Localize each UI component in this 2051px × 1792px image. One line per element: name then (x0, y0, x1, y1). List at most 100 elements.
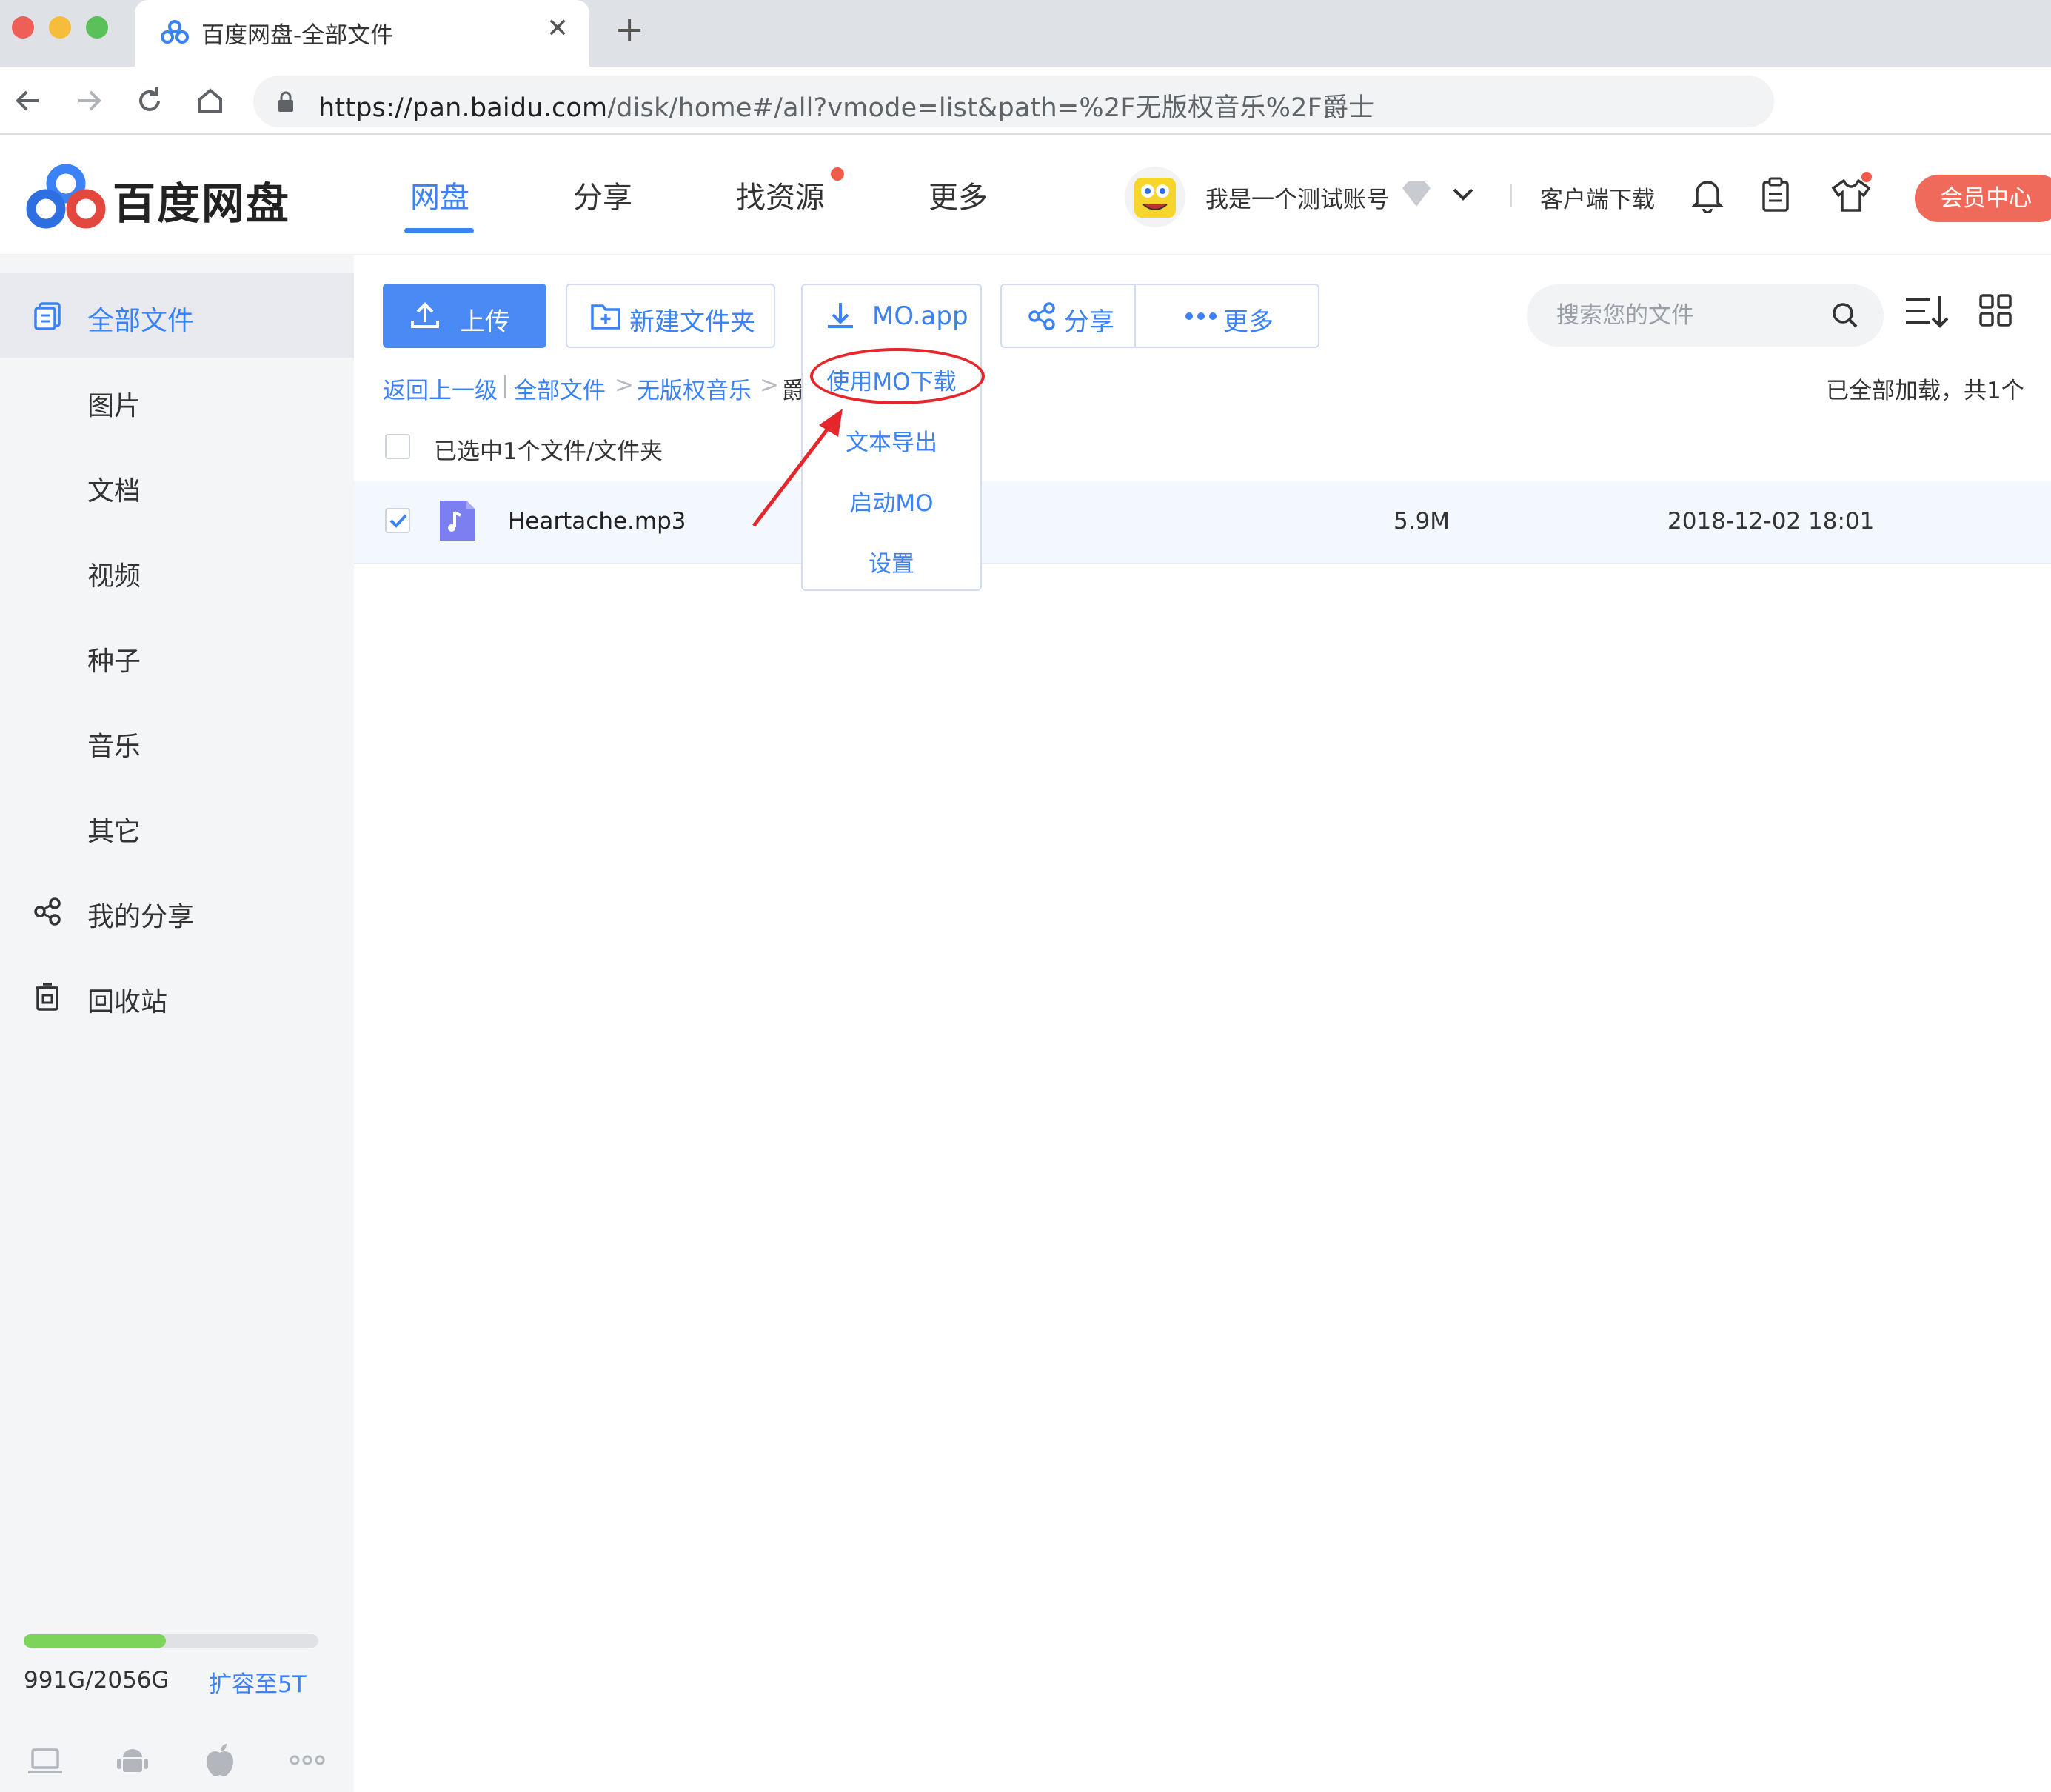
nav-share[interactable]: 分享 (573, 173, 632, 216)
expand-storage-link[interactable]: 扩容至5T (209, 1665, 307, 1699)
vip-center-button[interactable]: 会员中心 (1915, 175, 2051, 222)
android-icon[interactable] (116, 1744, 150, 1778)
more-label: 更多 (1223, 307, 1274, 337)
share-icon (34, 897, 61, 926)
sidebar-item-label: 图片 (87, 391, 141, 421)
music-file-icon (440, 501, 475, 541)
back-arrow-icon[interactable] (10, 83, 46, 118)
breadcrumb-item[interactable]: 无版权音乐 (637, 372, 752, 405)
address-bar[interactable]: https://pan.baidu.com/disk/home#/all?vmo… (253, 76, 1774, 127)
sidebar-item-other[interactable]: 其它 (0, 783, 354, 869)
file-size: 5.9M (1393, 508, 1451, 535)
download-button[interactable]: MO.app (801, 284, 982, 348)
selection-count-text: 已选中1个文件/文件夹 (434, 438, 663, 465)
bell-icon[interactable] (1691, 176, 1724, 213)
more-platforms-icon[interactable] (289, 1751, 326, 1769)
header-divider (1510, 184, 1512, 207)
client-download-link[interactable]: 客户端下载 (1540, 181, 1655, 214)
browser-tab-bar: 百度网盘-全部文件 ✕ + (0, 0, 2051, 67)
active-nav-underline (404, 228, 474, 233)
file-date: 2018-12-02 18:01 (1667, 508, 1875, 535)
browser-tab[interactable]: 百度网盘-全部文件 ✕ (135, 0, 589, 67)
checkmark-icon (389, 514, 407, 528)
annotation-arrow-icon (752, 409, 843, 527)
baidu-pan-favicon-icon (161, 20, 189, 44)
all-files-icon (34, 302, 61, 330)
menu-item-settings[interactable]: 设置 (803, 545, 980, 578)
url-path: /disk/home#/all?vmode=list&path=%2F无版权音乐… (607, 93, 1375, 123)
notification-dot (1861, 172, 1872, 182)
storage-quota-fill (24, 1634, 166, 1648)
desktop-client-icon[interactable] (27, 1747, 64, 1776)
chevron-down-icon[interactable] (1451, 184, 1475, 204)
sidebar-item-recycle-bin[interactable]: 回收站 (0, 954, 354, 1039)
logo-text: 百度网盘 (113, 178, 291, 229)
notification-dot (831, 167, 844, 181)
new-tab-icon[interactable]: + (615, 12, 644, 47)
close-window-button[interactable] (12, 16, 34, 39)
url-text: https://pan.baidu.com/disk/home#/all?vmo… (318, 87, 1374, 124)
tab-title: 百度网盘-全部文件 (201, 22, 394, 49)
home-icon[interactable] (193, 83, 228, 118)
upload-button[interactable]: 上传 (383, 284, 546, 348)
recycle-bin-icon (36, 983, 58, 1011)
search-icon[interactable] (1830, 301, 1860, 330)
storage-quota-bar (24, 1634, 318, 1648)
sidebar-item-label: 全部文件 (87, 306, 195, 336)
upload-icon (411, 302, 439, 328)
grid-view-icon[interactable] (1978, 293, 2012, 327)
sidebar-item-label: 我的分享 (87, 902, 195, 932)
maximize-window-button[interactable] (86, 16, 108, 39)
new-folder-button[interactable]: 新建文件夹 (566, 284, 775, 348)
breadcrumb-item[interactable]: 全部文件 (514, 372, 606, 405)
breadcrumb-separator: > (615, 372, 634, 398)
new-folder-icon (591, 304, 620, 330)
sidebar-item-label: 音乐 (87, 732, 141, 762)
nav-more[interactable]: 更多 (929, 173, 988, 216)
search-box (1527, 284, 1884, 347)
clipboard-icon[interactable] (1761, 176, 1790, 213)
file-name[interactable]: Heartache.mp3 (508, 508, 686, 535)
share-button[interactable]: 分享 (1000, 284, 1136, 348)
sidebar: 全部文件 图片 文档 视频 种子 音乐 其它 我的分享 回收站 991G/205… (0, 255, 354, 1792)
new-folder-label: 新建文件夹 (629, 307, 755, 337)
sidebar-item-documents[interactable]: 文档 (0, 443, 354, 528)
nav-netdisk[interactable]: 网盘 (410, 173, 469, 216)
more-dots-icon (1185, 312, 1217, 320)
search-input[interactable] (1556, 299, 1823, 332)
breadcrumb-back[interactable]: 返回上一级 (383, 372, 498, 405)
file-checkbox[interactable] (385, 508, 410, 533)
baidu-pan-logo-icon[interactable] (25, 163, 107, 231)
sidebar-item-all-files[interactable]: 全部文件 (0, 273, 354, 358)
sidebar-item-label: 其它 (87, 817, 141, 847)
app-header: 百度网盘 网盘 分享 找资源 更多 我是一个测试账号 客户端下载 会员中心 (0, 136, 2051, 255)
download-label: MO.app (872, 301, 968, 331)
load-status-text: 已全部加载，共1个 (1826, 378, 2024, 404)
sidebar-item-images[interactable]: 图片 (0, 358, 354, 443)
sidebar-item-music[interactable]: 音乐 (0, 698, 354, 783)
close-tab-icon[interactable]: ✕ (546, 13, 569, 44)
breadcrumb-separator: > (760, 372, 779, 398)
user-avatar[interactable] (1124, 166, 1186, 228)
storage-quota-text: 991G/2056G (24, 1667, 170, 1694)
apple-icon[interactable] (203, 1742, 237, 1778)
lock-icon (278, 91, 293, 112)
sidebar-item-my-shares[interactable]: 我的分享 (0, 869, 354, 954)
select-all-checkbox[interactable] (385, 434, 410, 459)
sidebar-item-torrents[interactable]: 种子 (0, 613, 354, 698)
forward-arrow-icon[interactable] (71, 83, 107, 118)
download-icon (828, 303, 853, 328)
more-button[interactable]: 更多 (1134, 284, 1319, 348)
sort-icon[interactable] (1903, 293, 1952, 330)
minimize-window-button[interactable] (49, 16, 71, 39)
username[interactable]: 我是一个测试账号 (1205, 181, 1389, 214)
sidebar-item-label: 视频 (87, 561, 141, 592)
nav-find-resources[interactable]: 找资源 (736, 173, 825, 216)
reload-icon[interactable] (132, 83, 167, 118)
sidebar-item-videos[interactable]: 视频 (0, 528, 354, 613)
highlight-annotation-ellipse (810, 348, 985, 404)
diamond-vip-icon (1402, 181, 1431, 207)
share-label: 分享 (1064, 307, 1114, 337)
sidebar-item-label: 回收站 (87, 987, 168, 1017)
url-host: https://pan.baidu.com (318, 93, 608, 123)
